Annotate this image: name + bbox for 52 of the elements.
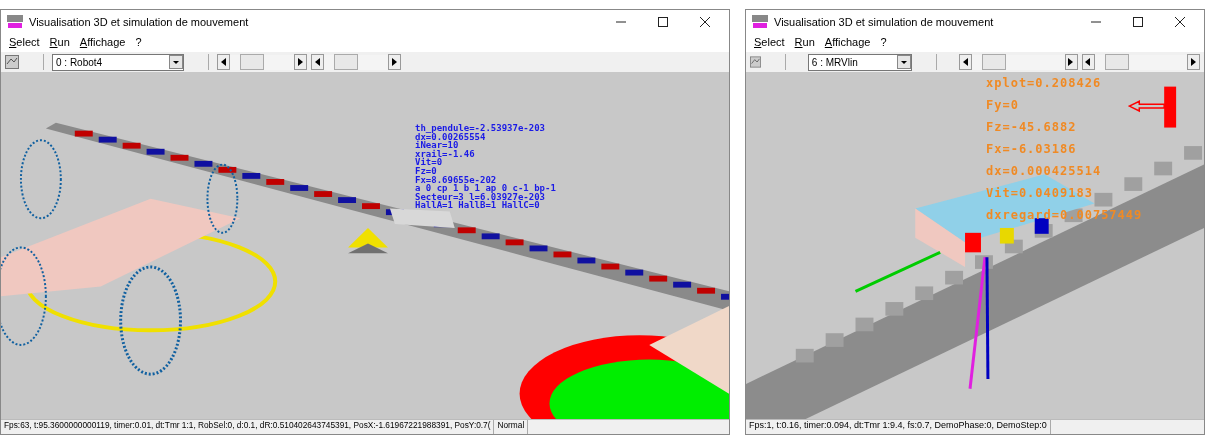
menu-item[interactable]: Select xyxy=(754,36,785,50)
readout-line: a 0 cp 1 b 1 ap 0 c-1 bp-1 xyxy=(415,184,556,193)
readout-line: dx=0.00265554 xyxy=(415,132,486,142)
menu-item[interactable]: Run xyxy=(794,36,815,50)
status-text: Fps:1, t:0.16, timer:0.094, dt:Tmr 1:9.4, fs:0.7, DemoPhase:0, DemoStep:0 xyxy=(746,420,1051,434)
readout-line: Vit=0.0409183 xyxy=(986,185,1094,202)
readout-line: xrail=-1.46 xyxy=(415,149,476,159)
scrollbar[interactable] xyxy=(311,54,401,70)
readout-line: Vit=0 xyxy=(415,158,443,167)
scroll-left-icon[interactable] xyxy=(1085,58,1092,66)
close-icon[interactable] xyxy=(1174,16,1186,28)
scroll-left-icon[interactable] xyxy=(962,58,969,66)
robot-dropdown[interactable]: 6 : MRVlin xyxy=(807,53,913,71)
app-icon xyxy=(7,15,23,29)
maximize-icon[interactable] xyxy=(657,16,669,28)
menu-item[interactable]: ? xyxy=(880,36,887,50)
readout-line: Fz=0 xyxy=(415,166,438,176)
readout-line: Fx=-6.03186 xyxy=(986,141,1078,158)
readout-line: iNear=10 xyxy=(415,141,459,150)
readout-line: HallA=1 HallB=1 HallC=0 xyxy=(415,201,541,210)
scroll-right-icon[interactable] xyxy=(1190,58,1197,66)
status-text: Fps:63, t:95.3600000000119, timer:0.01, dt:Tmr 1:1, RobSel:0, d:0.1, dR:0.510402643745391, PosX:-1.61967221988391, PosY:0.7( xyxy=(1,420,495,434)
menu-item[interactable]: Select xyxy=(9,36,40,50)
readout-line: dxregard=0.00757449 xyxy=(986,207,1143,224)
scroll-right-icon[interactable] xyxy=(297,58,304,66)
menu-item[interactable]: ? xyxy=(135,36,142,50)
readout-line: Secteur=3 l=6.03927e-203 xyxy=(415,192,546,202)
close-icon[interactable] xyxy=(699,16,711,28)
readout-line: dx=0.000425514 xyxy=(986,163,1103,180)
readout-line: Fz=-45.6882 xyxy=(986,119,1078,136)
maximize-icon[interactable] xyxy=(1132,16,1144,28)
readout-line: Fy=0 xyxy=(986,97,1020,114)
toolbar-icon[interactable] xyxy=(5,55,19,69)
toolbar-icon[interactable] xyxy=(750,55,762,69)
menu-item[interactable]: Affichage xyxy=(79,36,126,50)
scroll-left-icon[interactable] xyxy=(220,58,227,66)
readout-line: th_pendule=-2.53937e-203 xyxy=(415,124,547,133)
readout-line: xplot=0.208426 xyxy=(986,75,1103,92)
window-title: Visualisation 3D et simulation de mouvement xyxy=(29,16,249,28)
scrollbar[interactable] xyxy=(217,54,307,70)
window-title: Visualisation 3D et simulation de mouvement xyxy=(774,16,994,28)
robot-dropdown[interactable]: 0 : Robot4 xyxy=(52,53,184,71)
scrollbar[interactable] xyxy=(1081,54,1200,70)
app-icon xyxy=(752,15,768,29)
scroll-right-icon[interactable] xyxy=(391,58,398,66)
menu-item[interactable]: Run xyxy=(49,36,70,50)
menu-item[interactable]: Affichage xyxy=(824,36,871,50)
scroll-left-icon[interactable] xyxy=(314,58,321,66)
readout-line: Fx=8.69655e-202 xyxy=(415,175,498,185)
scrollbar[interactable] xyxy=(959,54,1078,70)
status-text: Normal xyxy=(494,420,529,434)
scroll-right-icon[interactable] xyxy=(1068,58,1075,66)
